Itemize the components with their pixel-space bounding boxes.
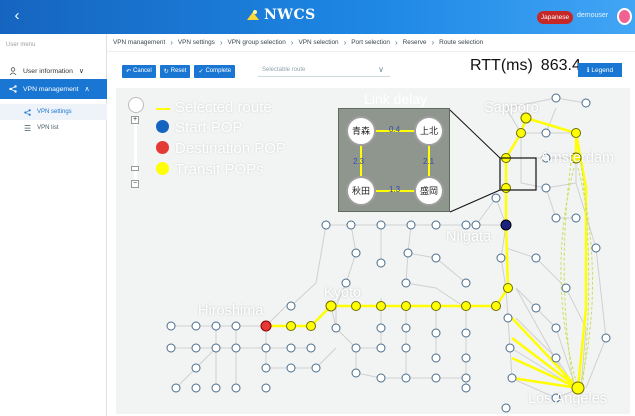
check-icon: ✓ (198, 68, 204, 75)
complete-button[interactable]: ✓ Complete (194, 64, 236, 78)
transit-pop-swatch (156, 162, 169, 175)
chevron-right-icon: › (290, 38, 294, 47)
legend-button-label: Legend (591, 66, 614, 74)
menu-caption: User menu (6, 42, 36, 48)
cancel-label: Cancel (133, 68, 152, 74)
chevron-right-icon: › (431, 38, 435, 47)
rtt-readout: RTT(ms) 863.4 (470, 57, 581, 75)
sidebar-item-user-information[interactable]: User information ∨ (0, 61, 107, 81)
inset-node-akita: 秋田 (346, 176, 376, 206)
sidebar: User menu User information ∨ VPN managem… (0, 34, 107, 416)
user-name: demouser (577, 12, 609, 19)
sidebar-item-label: User information (23, 67, 73, 75)
chevron-right-icon: › (394, 38, 398, 47)
complete-label: Complete (205, 68, 232, 74)
brand: NWCS (246, 7, 316, 23)
chevron-right-icon: › (343, 38, 347, 47)
breadcrumb-item[interactable]: Port selection (351, 39, 390, 46)
city-label-los-angeles: Los Angeles (528, 391, 608, 407)
city-label-amsterdam: Amsterdam (540, 150, 615, 166)
inset-node-kamikita: 上北 (414, 116, 444, 146)
delay-label: 2.1 (423, 157, 435, 166)
start-pop-swatch (156, 120, 169, 133)
link-delay-inset: 青森 上北 秋田 盛岡 0.4 2.3 2.1 1.3 (338, 108, 450, 212)
chevron-down-icon: ∨ (378, 65, 384, 74)
legend-button[interactable]: ℹ Legend (578, 63, 622, 77)
breadcrumb-item[interactable]: VPN management (113, 39, 165, 46)
avatar[interactable] (617, 8, 632, 25)
zoom-slider-track[interactable] (134, 118, 137, 188)
city-label-sapporo: Sapporo (484, 100, 539, 116)
brand-name: NWCS (264, 7, 316, 23)
legend-start-pop: Start POP (175, 119, 243, 136)
toolbar: ↶ Cancel ↻ Reset ✓ Complete (122, 63, 236, 79)
person-icon (9, 67, 17, 75)
start-pop-node[interactable] (500, 219, 512, 231)
back-icon[interactable]: ‹ (8, 7, 26, 24)
rtt-label: RTT(ms) (470, 57, 533, 74)
share-icon (9, 85, 17, 93)
breadcrumb-item[interactable]: VPN settings (178, 39, 215, 46)
route-select-placeholder: Selectable route (262, 67, 306, 73)
breadcrumb-item[interactable]: Reserve (403, 39, 427, 46)
zoom-out-icon[interactable]: − (131, 180, 139, 188)
delay-label: 2.3 (353, 157, 365, 166)
legend-transit-pops: Transit POPs (175, 161, 264, 178)
pan-control[interactable] (128, 97, 144, 113)
chevron-up-icon: ∧ (84, 86, 90, 93)
sidebar-subitem-vpn-settings[interactable]: VPN settings (0, 104, 107, 120)
breadcrumb-item[interactable]: Route selection (439, 39, 483, 46)
reset-label: Reset (170, 68, 187, 74)
route-select[interactable]: Selectable route ∨ (258, 64, 390, 77)
sidebar-item-label: VPN management (23, 85, 79, 93)
legend-selected-route: Selected route (175, 99, 272, 116)
destination-pop-swatch (156, 141, 169, 154)
undo-icon: ↶ (126, 68, 132, 75)
legend-destination-pop: Destination POP (175, 140, 286, 157)
delay-label: 1.3 (389, 185, 401, 194)
sidebar-subitem-vpn-list[interactable]: ☰ VPN list (0, 120, 107, 136)
info-icon: ℹ (586, 67, 590, 74)
zoom-slider-handle[interactable] (131, 166, 139, 171)
list-icon: ☰ (24, 123, 32, 133)
nwcs-logo-icon (247, 10, 259, 20)
cancel-button[interactable]: ↶ Cancel (122, 64, 156, 78)
sidebar-subitem-label: VPN list (37, 125, 59, 131)
language-button[interactable]: Japanese (537, 11, 573, 24)
chevron-down-icon: ∨ (78, 68, 84, 75)
selected-route-swatch (156, 108, 170, 110)
breadcrumb: VPN management › VPN settings › VPN group … (107, 34, 635, 52)
international-links (560, 162, 594, 389)
zoom-in-icon[interactable]: + (131, 116, 139, 124)
rtt-value: 863.4 (540, 57, 581, 74)
inset-node-morioka: 盛岡 (414, 176, 444, 206)
sidebar-subitem-label: VPN settings (37, 109, 72, 115)
share-icon (24, 108, 31, 116)
chevron-right-icon: › (170, 38, 173, 47)
refresh-icon: ↻ (163, 68, 169, 75)
network-map[interactable]: + − Selected route Start POP Destination… (116, 88, 630, 414)
city-label-kyoto: Kyoto (324, 285, 362, 301)
top-bar: ‹ NWCS Japanese demouser (0, 0, 635, 34)
inset-node-aomori: 青森 (346, 116, 376, 146)
breadcrumb-item[interactable]: VPN group selection (228, 39, 286, 46)
city-label-hiroshima: Hiroshima (198, 303, 264, 319)
sidebar-item-vpn-management[interactable]: VPN management ∧ (0, 79, 107, 99)
chevron-right-icon: › (219, 38, 223, 47)
city-label-niigata: Niigata (446, 229, 492, 245)
inset-title: Link delay (364, 91, 428, 107)
reset-button[interactable]: ↻ Reset (159, 64, 191, 78)
breadcrumb-item[interactable]: VPN selection (298, 39, 338, 46)
destination-pop-node[interactable] (260, 320, 272, 332)
delay-label: 0.4 (389, 125, 401, 134)
